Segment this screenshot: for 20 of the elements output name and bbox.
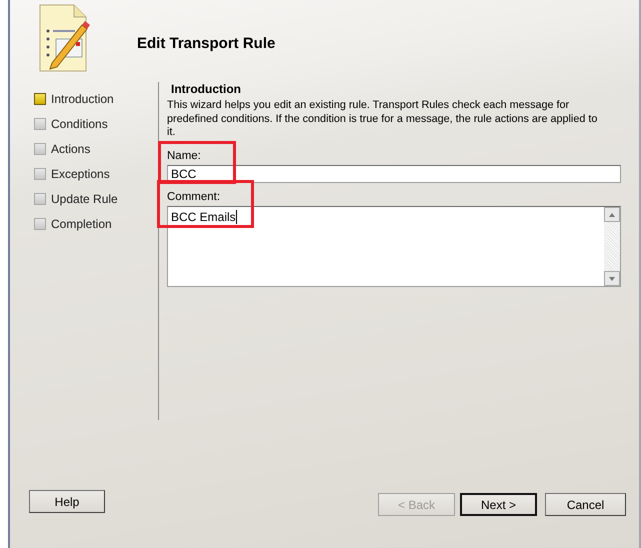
field-label: Name:: [167, 150, 202, 162]
description-text: This wizard helps you edit an existing rule. Transport Rules check each message for predefined conditions. If the condition is true for a message, the rule actions are applied to it.: [167, 99, 598, 140]
wizard-title: Edit Transport Rule: [137, 34, 276, 52]
comment-field[interactable]: BCC Emails: [167, 206, 621, 286]
help-button[interactable]: Help: [29, 490, 105, 513]
step-label[interactable]: Introduction: [51, 92, 114, 106]
step-label[interactable]: Update Rule: [51, 192, 118, 206]
wizard-button[interactable]: Next >: [460, 493, 537, 516]
text-cursor: [236, 210, 237, 224]
step-label[interactable]: Exceptions: [51, 166, 110, 180]
step-label[interactable]: Completion: [51, 216, 112, 230]
step-label[interactable]: Conditions: [51, 116, 108, 130]
step-label[interactable]: Actions: [51, 142, 90, 156]
scroll-up-icon[interactable]: [604, 206, 620, 222]
field-label: Comment:: [167, 190, 222, 204]
wizard-button[interactable]: Cancel: [545, 493, 626, 516]
name-field[interactable]: BCC: [167, 164, 621, 182]
scroll-down-icon[interactable]: [604, 270, 620, 286]
section-heading: Introduction: [170, 82, 242, 96]
scrollbar[interactable]: [604, 206, 620, 286]
